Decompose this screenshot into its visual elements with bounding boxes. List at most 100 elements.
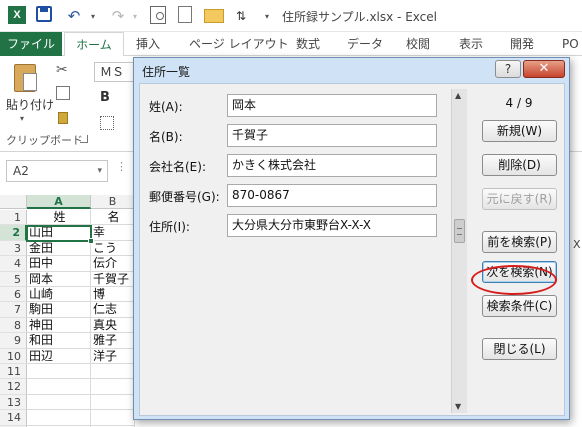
cell-a[interactable]: 岡本 <box>27 271 91 287</box>
cell-b[interactable]: 洋子 <box>91 348 135 364</box>
tab-file[interactable]: ファイル <box>0 32 62 56</box>
cell-b[interactable] <box>91 364 135 380</box>
close-dialog-button[interactable]: 閉じる(L) <box>482 338 557 360</box>
cell-a[interactable] <box>27 410 91 426</box>
cell-b[interactable]: 名 <box>91 210 135 226</box>
postal-code-field[interactable]: 870-0867 <box>227 184 437 207</box>
undo-dropdown-icon[interactable]: ▾ <box>88 6 98 26</box>
fill-handle[interactable] <box>88 238 94 244</box>
cell-a[interactable] <box>27 379 91 395</box>
chevron-down-icon[interactable]: ▾ <box>97 161 102 181</box>
format-painter-icon[interactable] <box>58 112 68 124</box>
paste-dropdown-icon[interactable]: ▾ <box>20 114 24 123</box>
formula-bar-grip-icon[interactable]: ⋮ <box>116 160 128 173</box>
tab-home[interactable]: ホーム <box>64 32 124 57</box>
search-criteria-button[interactable]: 検索条件(C) <box>482 295 557 317</box>
cell-a[interactable]: 金田 <box>27 240 91 257</box>
cell-a[interactable]: 田辺 <box>27 348 91 364</box>
record-scrollbar[interactable]: ▲ ▼ <box>451 89 467 413</box>
cell-b[interactable]: こう <box>91 240 135 257</box>
company-field[interactable]: かきく株式会社 <box>227 154 437 177</box>
row-header[interactable]: 13 <box>0 394 27 411</box>
find-next-button[interactable]: 次を検索(N) <box>482 261 557 283</box>
cut-icon[interactable]: ✂ <box>56 62 68 78</box>
cell-a[interactable] <box>27 394 91 411</box>
surname-field[interactable]: 岡本 <box>227 94 437 117</box>
delete-record-button[interactable]: 削除(D) <box>482 154 557 176</box>
cell-b[interactable]: 千賀子 <box>91 271 135 287</box>
row-header[interactable]: 12 <box>0 379 27 395</box>
cell-b[interactable]: 博 <box>91 287 135 303</box>
print-preview-icon[interactable] <box>150 6 166 24</box>
customize-qat-icon[interactable]: ▾ <box>262 6 272 26</box>
close-icon[interactable]: ✕ <box>523 60 565 78</box>
cell-b[interactable] <box>91 379 135 395</box>
tab-review[interactable]: 校閲 <box>406 32 430 56</box>
record-counter: 4 / 9 <box>505 96 533 110</box>
restore-button[interactable]: 元に戻す(R) <box>482 188 557 210</box>
row-header[interactable]: 3 <box>0 240 27 257</box>
row-header[interactable]: 8 <box>0 317 27 334</box>
row-header[interactable]: 11 <box>0 364 27 380</box>
cell-a[interactable]: 神田 <box>27 317 91 334</box>
tab-developer[interactable]: 開発 <box>510 32 534 56</box>
cell-a[interactable]: 姓 <box>27 210 91 226</box>
row-header[interactable]: 14 <box>0 410 27 426</box>
cell-b[interactable]: 仁志 <box>91 302 135 318</box>
scroll-down-icon[interactable]: ▼ <box>455 402 461 411</box>
row-header[interactable]: 6 <box>0 287 27 303</box>
cell-b[interactable]: 伝介 <box>91 256 135 272</box>
open-folder-icon[interactable] <box>204 9 224 23</box>
new-record-button[interactable]: 新規(W) <box>482 120 557 142</box>
dialog-title: 住所一覧 <box>142 65 191 79</box>
cell-a[interactable]: 和田 <box>27 333 91 349</box>
sort-icon[interactable]: ⇅ <box>234 6 248 26</box>
scroll-up-icon[interactable]: ▲ <box>455 91 461 100</box>
name-box[interactable]: A2 ▾ <box>6 160 108 182</box>
given-name-field[interactable]: 千賀子 <box>227 124 437 147</box>
cell-b[interactable]: 幸 <box>91 225 135 241</box>
address-field[interactable]: 大分県大分市東野台X-X-X <box>227 214 437 237</box>
cell-a[interactable]: 山田 <box>27 225 91 241</box>
undo-icon[interactable]: ↶ <box>64 6 84 26</box>
row-header[interactable]: 7 <box>0 302 27 318</box>
scroll-thumb[interactable] <box>454 219 465 243</box>
row-header[interactable]: 10 <box>0 348 27 364</box>
save-icon[interactable] <box>36 6 52 22</box>
row-header[interactable]: 4 <box>0 256 27 272</box>
cell-b[interactable] <box>91 410 135 426</box>
help-button[interactable]: ? <box>495 60 521 78</box>
borders-icon[interactable] <box>100 116 114 130</box>
cell-a[interactable]: 山崎 <box>27 287 91 303</box>
copy-icon[interactable] <box>56 86 70 100</box>
tab-powerpivot[interactable]: PO <box>562 32 579 56</box>
paste-button[interactable]: 貼り付け <box>6 96 54 113</box>
column-header-b[interactable]: B <box>91 195 135 209</box>
cell-a[interactable]: 駒田 <box>27 302 91 318</box>
tab-view[interactable]: 表示 <box>459 32 483 56</box>
clipboard-group-label: クリップボード <box>6 134 83 147</box>
redo-dropdown-icon[interactable]: ▾ <box>130 6 140 26</box>
select-all-corner[interactable] <box>0 195 27 209</box>
new-file-icon[interactable] <box>178 6 192 23</box>
cell-b[interactable] <box>91 394 135 411</box>
given-name-label: 名(B): <box>149 130 183 144</box>
bold-icon[interactable]: B <box>100 90 110 105</box>
cell-b[interactable]: 雅子 <box>91 333 135 349</box>
find-prev-button[interactable]: 前を検索(P) <box>482 231 557 253</box>
dialog-launcher-icon[interactable] <box>80 135 88 143</box>
tab-page-layout[interactable]: ページ レイアウト <box>189 32 289 56</box>
paste-icon[interactable] <box>14 64 37 92</box>
cell-b[interactable]: 真央 <box>91 317 135 334</box>
tab-data[interactable]: データ <box>347 32 383 56</box>
cell-a[interactable] <box>27 364 91 380</box>
column-header-a[interactable]: A <box>27 195 91 209</box>
row-header[interactable]: 9 <box>0 333 27 349</box>
row-header[interactable]: 2 <box>0 225 27 241</box>
row-header[interactable]: 1 <box>0 210 27 226</box>
tab-insert[interactable]: 挿入 <box>136 32 160 56</box>
redo-icon[interactable]: ↷ <box>108 6 128 26</box>
cell-a[interactable]: 田中 <box>27 256 91 272</box>
tab-formulas[interactable]: 数式 <box>296 32 320 56</box>
row-header[interactable]: 5 <box>0 271 27 287</box>
